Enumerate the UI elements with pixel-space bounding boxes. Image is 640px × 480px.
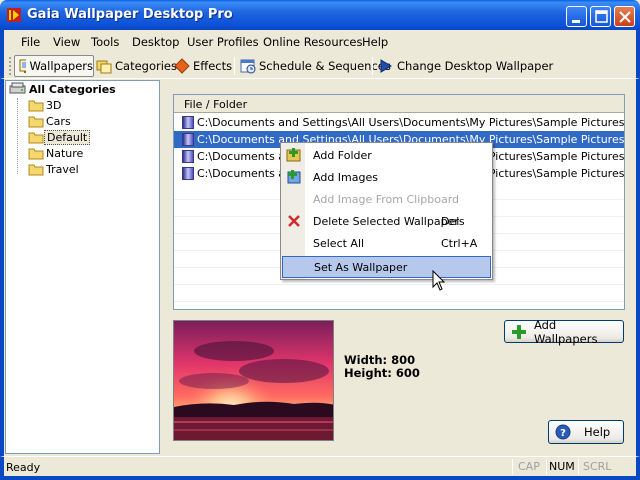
menu-item-set-as-wallpaper[interactable]: Set As Wallpaper xyxy=(282,256,491,278)
add-folder-icon xyxy=(286,148,301,162)
sunset-preview-image xyxy=(174,321,333,440)
effects-button[interactable]: Effects xyxy=(174,55,232,77)
drive-icon xyxy=(9,82,26,94)
categories-button[interactable]: Categories xyxy=(96,55,177,77)
toolbar-separator xyxy=(234,57,235,75)
svg-text:?: ? xyxy=(560,428,566,439)
image-file-icon xyxy=(182,167,194,180)
change-wallpaper-button[interactable]: Change Desktop Wallpaper xyxy=(378,55,553,77)
menu-desktop[interactable]: Desktop xyxy=(132,35,179,49)
wallpaper-preview xyxy=(173,320,334,441)
tree-item-cars[interactable]: Cars xyxy=(28,113,73,129)
menu-item-add-images[interactable]: Add Images xyxy=(282,166,491,188)
window-title: Gaia Wallpaper Desktop Pro xyxy=(27,7,233,22)
grid-line xyxy=(174,284,624,285)
image-height-label: Height: 600 xyxy=(344,366,420,380)
wallpapers-icon xyxy=(19,59,27,73)
tree-item-label: Cars xyxy=(46,114,71,128)
num-lock-indicator: NUM xyxy=(549,460,575,473)
add-wallpapers-button[interactable]: Add Wallpapers xyxy=(504,318,624,346)
status-separator xyxy=(546,459,547,475)
maximize-button[interactable] xyxy=(590,6,611,27)
help-button[interactable]: ? Help xyxy=(548,420,624,444)
menu-bar: File View Tools Desktop User Profiles On… xyxy=(0,30,640,53)
folder-icon xyxy=(28,164,44,175)
schedule-icon xyxy=(240,59,256,74)
menu-item-add-from-clipboard[interactable]: Add Image From Clipboard xyxy=(282,188,491,210)
caps-lock-indicator: CAP xyxy=(518,460,540,473)
status-separator xyxy=(512,459,513,475)
wallpapers-button[interactable]: Wallpapers xyxy=(14,55,94,77)
list-item[interactable]: C:\Documents and Settings\All Users\Docu… xyxy=(174,114,624,131)
status-bar: Ready CAP NUM SCRL xyxy=(0,456,640,480)
image-file-icon xyxy=(182,150,194,163)
close-icon xyxy=(619,11,631,23)
mouse-cursor-icon xyxy=(432,270,446,291)
delete-icon xyxy=(288,215,300,227)
status-text: Ready xyxy=(6,461,41,474)
plus-icon xyxy=(512,324,526,339)
window-frame-left xyxy=(0,79,4,480)
tree-item-default[interactable]: Default xyxy=(28,129,91,145)
shortcut-label: Ctrl+A xyxy=(441,237,478,250)
title-bar[interactable]: Gaia Wallpaper Desktop Pro xyxy=(0,0,640,30)
menu-online-resources[interactable]: Online Resources xyxy=(263,35,362,49)
tree-root-label: All Categories xyxy=(29,82,116,96)
context-menu: Add Folder Add Images Add Image From Cli… xyxy=(280,142,493,280)
menu-user-profiles[interactable]: User Profiles xyxy=(187,35,259,49)
menu-item-delete-selected[interactable]: Delete Selected Wallpapers Del xyxy=(282,210,491,232)
toolbar-grip xyxy=(9,57,11,75)
schedule-button[interactable]: Schedule & Sequences xyxy=(240,55,391,77)
tree-item-label: Default xyxy=(44,129,91,145)
toolbar-separator xyxy=(372,57,373,75)
help-icon: ? xyxy=(555,424,571,440)
maximize-icon xyxy=(595,10,608,23)
folder-icon xyxy=(28,132,44,143)
categories-icon xyxy=(96,60,112,74)
tree-item-3d[interactable]: 3D xyxy=(28,97,63,113)
image-width-label: Width: 800 xyxy=(344,353,416,367)
tree-item-travel[interactable]: Travel xyxy=(28,161,81,177)
grid-line xyxy=(174,301,624,302)
menu-item-add-folder[interactable]: Add Folder xyxy=(282,144,491,166)
status-separator xyxy=(578,459,579,475)
folder-icon xyxy=(28,148,44,159)
tree-root[interactable]: All Categories xyxy=(9,81,118,97)
column-header-file-folder[interactable]: File / Folder xyxy=(174,95,624,113)
minimize-icon xyxy=(572,20,580,23)
effects-icon xyxy=(174,58,190,74)
window-frame-right xyxy=(636,79,640,480)
tree-item-nature[interactable]: Nature xyxy=(28,145,85,161)
menu-item-select-all[interactable]: Select All Ctrl+A xyxy=(282,232,491,254)
tree-item-label: Travel xyxy=(46,162,79,176)
image-file-icon xyxy=(182,116,194,129)
tree-item-label: Nature xyxy=(46,146,84,160)
menu-help[interactable]: Help xyxy=(362,35,388,49)
shortcut-label: Del xyxy=(441,215,460,228)
app-icon xyxy=(7,8,21,22)
menu-tools[interactable]: Tools xyxy=(91,35,119,49)
add-images-icon xyxy=(287,170,301,184)
scroll-lock-indicator: SCRL xyxy=(583,460,612,473)
image-file-icon xyxy=(182,133,194,146)
toolbar: Wallpapers Categories Effects Schedule &… xyxy=(0,53,640,79)
close-button[interactable] xyxy=(614,6,635,27)
minimize-button[interactable] xyxy=(566,6,587,27)
menu-view[interactable]: View xyxy=(53,35,80,49)
tree-connector xyxy=(17,98,18,174)
menu-file[interactable]: File xyxy=(21,35,40,49)
play-icon xyxy=(380,59,392,73)
folder-icon xyxy=(28,116,44,127)
folder-icon xyxy=(28,100,44,111)
tree-item-label: 3D xyxy=(46,98,62,112)
